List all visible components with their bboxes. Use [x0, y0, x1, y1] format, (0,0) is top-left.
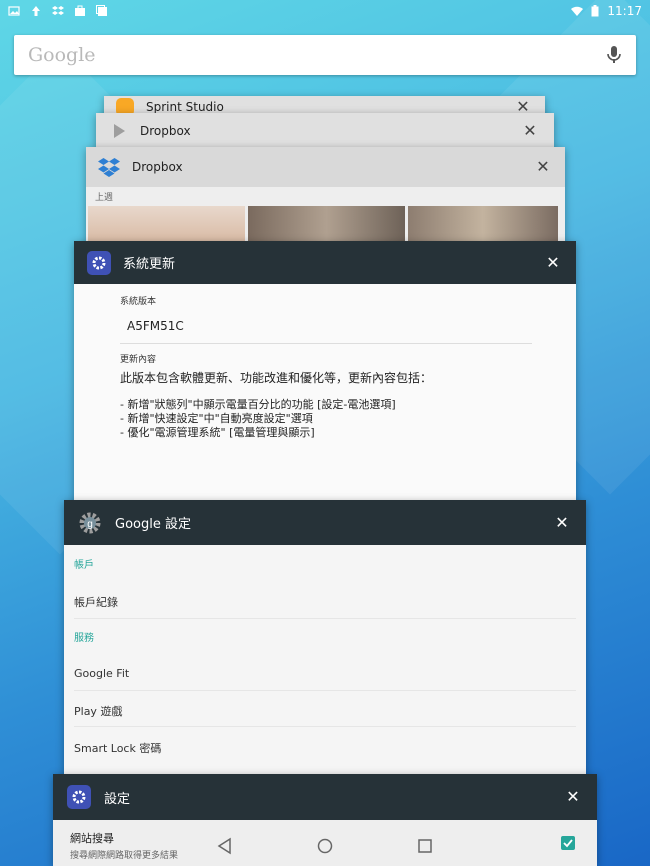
update-item: - 新增"快速設定"中"自動亮度設定"選項: [120, 412, 313, 425]
photo-thumbnail[interactable]: [88, 206, 245, 246]
clock: 11:17: [607, 4, 642, 18]
google-settings-icon: g: [78, 511, 102, 535]
version-label: 系統版本: [120, 297, 157, 307]
microphone-icon[interactable]: [606, 45, 622, 65]
back-icon[interactable]: [216, 837, 234, 855]
section-label: 上週: [95, 193, 114, 203]
update-item: - 優化"電源管理系統" [電量管理與顯示]: [120, 426, 315, 439]
upload-icon: [32, 6, 40, 16]
card-title: 系統更新: [123, 257, 176, 272]
photo-thumbnail[interactable]: [248, 206, 405, 246]
photos-icon: [96, 5, 107, 16]
card-title: Dropbox: [140, 124, 191, 138]
store-icon: [75, 5, 85, 16]
account-history-item[interactable]: 帳戶紀錄: [74, 571, 576, 619]
card-title: 設定: [104, 791, 131, 807]
recents-icon[interactable]: [416, 837, 434, 855]
dropbox-logo-icon: [98, 158, 120, 177]
content-label: 更新內容: [120, 355, 157, 365]
settings-gear-icon: [87, 250, 111, 275]
play-store-icon: [114, 124, 125, 138]
recent-card-dropbox-back[interactable]: Dropbox ✕: [96, 113, 554, 149]
wifi-icon: [571, 6, 584, 16]
google-fit-item[interactable]: Google Fit: [74, 644, 576, 691]
google-search-bar[interactable]: Google: [14, 35, 636, 75]
battery-icon: [591, 5, 599, 17]
image-icon: [8, 6, 20, 16]
close-icon[interactable]: ✕: [552, 514, 572, 531]
close-icon[interactable]: ✕: [533, 159, 553, 175]
recent-card-system-update[interactable]: 系統更新 ✕ 系統版本 A5FM51C 更新內容 此版本包含軟體更新、功能改進和…: [74, 241, 576, 506]
close-icon[interactable]: ✕: [520, 123, 540, 139]
dropbox-icon: [52, 6, 64, 15]
play-games-item[interactable]: Play 遊戲: [74, 691, 576, 727]
card-title: Dropbox: [132, 160, 183, 174]
status-bar: 11:17: [0, 0, 650, 22]
navigation-bar: [0, 826, 650, 866]
photo-thumbnail[interactable]: [408, 206, 558, 246]
update-intro: 此版本包含軟體更新、功能改進和優化等，更新內容包括：: [120, 371, 433, 385]
google-logo: Google: [28, 44, 96, 66]
section-header: 服務: [74, 633, 94, 644]
update-item: - 新增"狀態列"中顯示電量百分比的功能 [設定-電池選項]: [120, 398, 396, 411]
recent-card-google-settings[interactable]: g Google 設定 ✕ 帳戶 帳戶紀錄 服務 Google Fit Play…: [64, 500, 586, 790]
close-icon[interactable]: ✕: [543, 254, 563, 271]
settings-gear-icon: [67, 785, 91, 809]
version-value: A5FM51C: [120, 307, 532, 344]
section-header: 帳戶: [74, 560, 94, 571]
home-icon[interactable]: [316, 837, 334, 855]
card-title: Google 設定: [115, 517, 191, 532]
close-icon[interactable]: ✕: [563, 789, 583, 805]
card-title: Sprint Studio: [146, 100, 224, 114]
svg-text:g: g: [87, 519, 93, 530]
smart-lock-item[interactable]: Smart Lock 密碼: [74, 727, 576, 764]
